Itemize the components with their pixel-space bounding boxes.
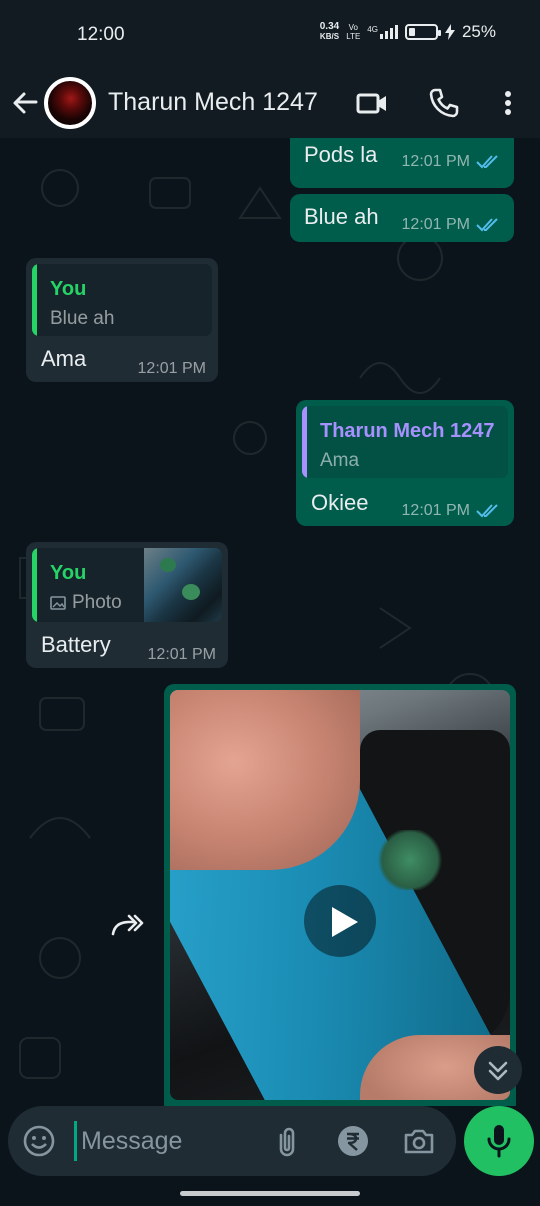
message-text: Blue ah <box>304 204 379 229</box>
message-meta: 12:01 PM <box>402 216 500 234</box>
video-call-icon[interactable] <box>356 87 388 119</box>
status-time: 12:00 <box>77 24 125 45</box>
reply-quote[interactable]: You Blue ah <box>32 264 212 336</box>
message-text: Ama <box>41 346 87 371</box>
scroll-to-bottom-button[interactable] <box>474 1046 522 1094</box>
quoted-photo-thumbnail <box>144 548 222 622</box>
quote-author: Tharun Mech 1247 <box>320 420 495 442</box>
play-icon <box>332 907 358 937</box>
status-indicators: 0.34 KB/S Vo LTE 4G 25% <box>320 22 496 42</box>
quote-text: Blue ah <box>50 308 115 329</box>
camera-icon[interactable] <box>402 1124 436 1158</box>
message-bubble-incoming[interactable]: You Blue ah Ama 12:01 PM <box>26 258 218 382</box>
quote-author: You <box>50 278 87 300</box>
phone-icon[interactable] <box>428 87 460 119</box>
status-bar: 12:00 0.34 KB/S Vo LTE 4G 25% <box>0 0 540 68</box>
mic-button[interactable] <box>464 1106 534 1176</box>
battery-percent: 25% <box>461 22 496 41</box>
message-meta: 12:01 PM <box>402 502 500 520</box>
message-time: 12:01 PM <box>401 153 470 170</box>
message-bubble-outgoing[interactable]: Tharun Mech 1247 Ama Okiee 12:01 PM <box>296 400 514 526</box>
read-receipt-icon <box>476 218 498 232</box>
message-bubble-outgoing[interactable]: Blue ah 12:01 PM <box>290 194 514 242</box>
volte-indicator: Vo LTE <box>346 23 361 41</box>
message-text: Battery <box>41 632 111 657</box>
battery-icon <box>404 24 441 40</box>
read-receipt-icon <box>476 155 498 169</box>
double-chevron-down-icon <box>488 1061 508 1081</box>
charging-bolt-icon <box>444 24 455 40</box>
play-button[interactable] <box>304 885 376 957</box>
chat-area[interactable]: Pods la 12:01 PM Blue ah 12:01 PM You Bl… <box>0 138 540 1106</box>
emoji-icon[interactable] <box>22 1124 56 1158</box>
contact-name[interactable]: Tharun Mech 1247 <box>108 88 318 117</box>
back-arrow-icon[interactable] <box>10 88 40 118</box>
message-bubble-outgoing[interactable]: Pods la 12:01 PM <box>290 138 514 188</box>
message-input[interactable] <box>74 1121 264 1161</box>
read-receipt-icon <box>476 504 498 518</box>
message-time: 12:01 PM <box>147 646 216 663</box>
video-message-bubble[interactable] <box>164 684 516 1106</box>
message-meta: 12:01 PM <box>402 153 500 171</box>
message-text: Okiee <box>311 490 369 515</box>
mic-icon <box>487 1125 511 1158</box>
cell-signal-icon: 4G <box>367 25 398 39</box>
message-time: 12:01 PM <box>401 502 470 519</box>
more-vert-icon[interactable] <box>492 87 524 119</box>
quote-text: Photo <box>50 592 122 614</box>
reply-quote[interactable]: You Photo <box>32 548 222 622</box>
message-time: 12:01 PM <box>137 360 206 377</box>
avatar[interactable] <box>44 77 96 129</box>
message-time: 12:01 PM <box>401 216 470 233</box>
message-text: Pods la <box>304 142 378 167</box>
net-speed: 0.34 KB/S <box>319 21 340 42</box>
chat-header: Tharun Mech 1247 <box>0 68 540 138</box>
composer-bar <box>8 1106 456 1176</box>
gesture-nav-handle[interactable] <box>180 1191 360 1196</box>
attach-icon[interactable] <box>270 1124 304 1158</box>
image-icon <box>50 596 66 610</box>
quote-text: Ama <box>320 450 360 471</box>
message-bubble-incoming[interactable]: You Photo Battery 12:01 PM <box>26 542 228 668</box>
forward-icon[interactable] <box>110 910 144 940</box>
quote-author: You <box>50 562 87 584</box>
reply-quote[interactable]: Tharun Mech 1247 Ama <box>302 406 508 478</box>
video-thumbnail[interactable] <box>170 690 510 1100</box>
rupee-payment-icon[interactable] <box>336 1124 370 1158</box>
